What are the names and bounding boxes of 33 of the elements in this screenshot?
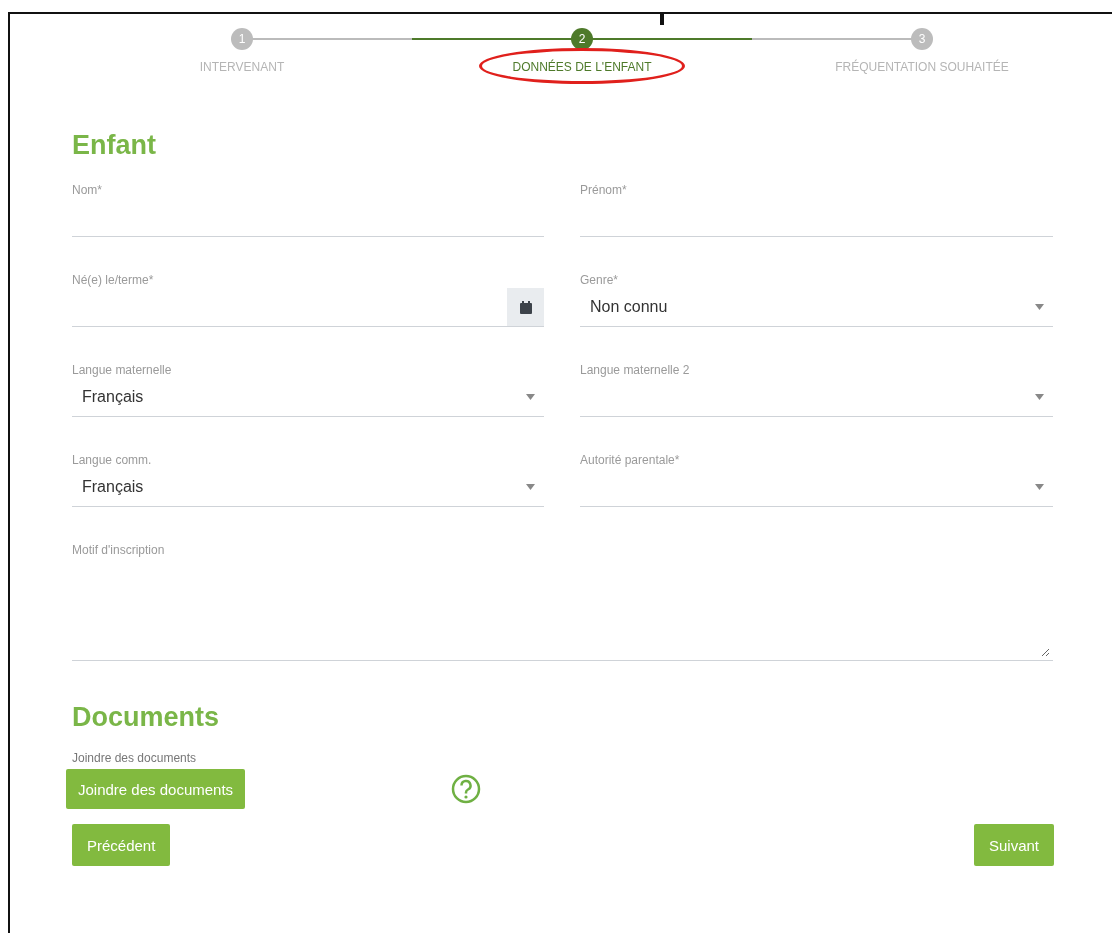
calendar-button[interactable] [507,288,544,326]
selected-value: Non connu [589,297,668,316]
field-label: Langue comm. [72,453,153,467]
calendar-icon [519,300,532,314]
dropdown-caret-icon [526,484,535,490]
step-label[interactable]: DONNÉES DE L'ENFANT [502,56,662,78]
field-label: Motif d'inscription [72,543,166,557]
field-label: Autorité parentale* [580,453,681,467]
help-icon[interactable] [451,774,482,804]
next-button[interactable]: Suivant [973,824,1054,866]
step-number[interactable]: 2 [571,28,593,50]
field-label: Nom* [72,183,103,197]
field-label: Langue maternelle 2 [580,363,691,377]
dropdown-caret-icon [1035,394,1044,400]
step-number[interactable]: 1 [231,28,253,50]
step-label[interactable]: FRÉQUENTATION SOUHAITÉE [825,56,1019,78]
step-label[interactable]: INTERVENANT [189,56,295,78]
dropdown-caret-icon [1035,304,1044,310]
step-number[interactable]: 3 [911,28,933,50]
field-label: Né(e) le/terme* [72,273,155,287]
selected-value: Français [81,477,144,496]
previous-button[interactable]: Précédent [72,824,171,866]
field-label: Genre* [580,273,620,287]
field-label: Langue maternelle [72,363,173,377]
section-heading: Documents [72,702,221,733]
resize-grip-icon [1041,648,1050,657]
dropdown-caret-icon [526,394,535,400]
attach-documents-button[interactable]: Joindre des documents [66,769,246,809]
field-label: Prénom* [580,183,628,197]
field-label: Joindre des documents [72,751,198,765]
dropdown-caret-icon [1035,484,1044,490]
section-heading: Enfant [72,130,157,161]
selected-value: Français [81,387,144,406]
